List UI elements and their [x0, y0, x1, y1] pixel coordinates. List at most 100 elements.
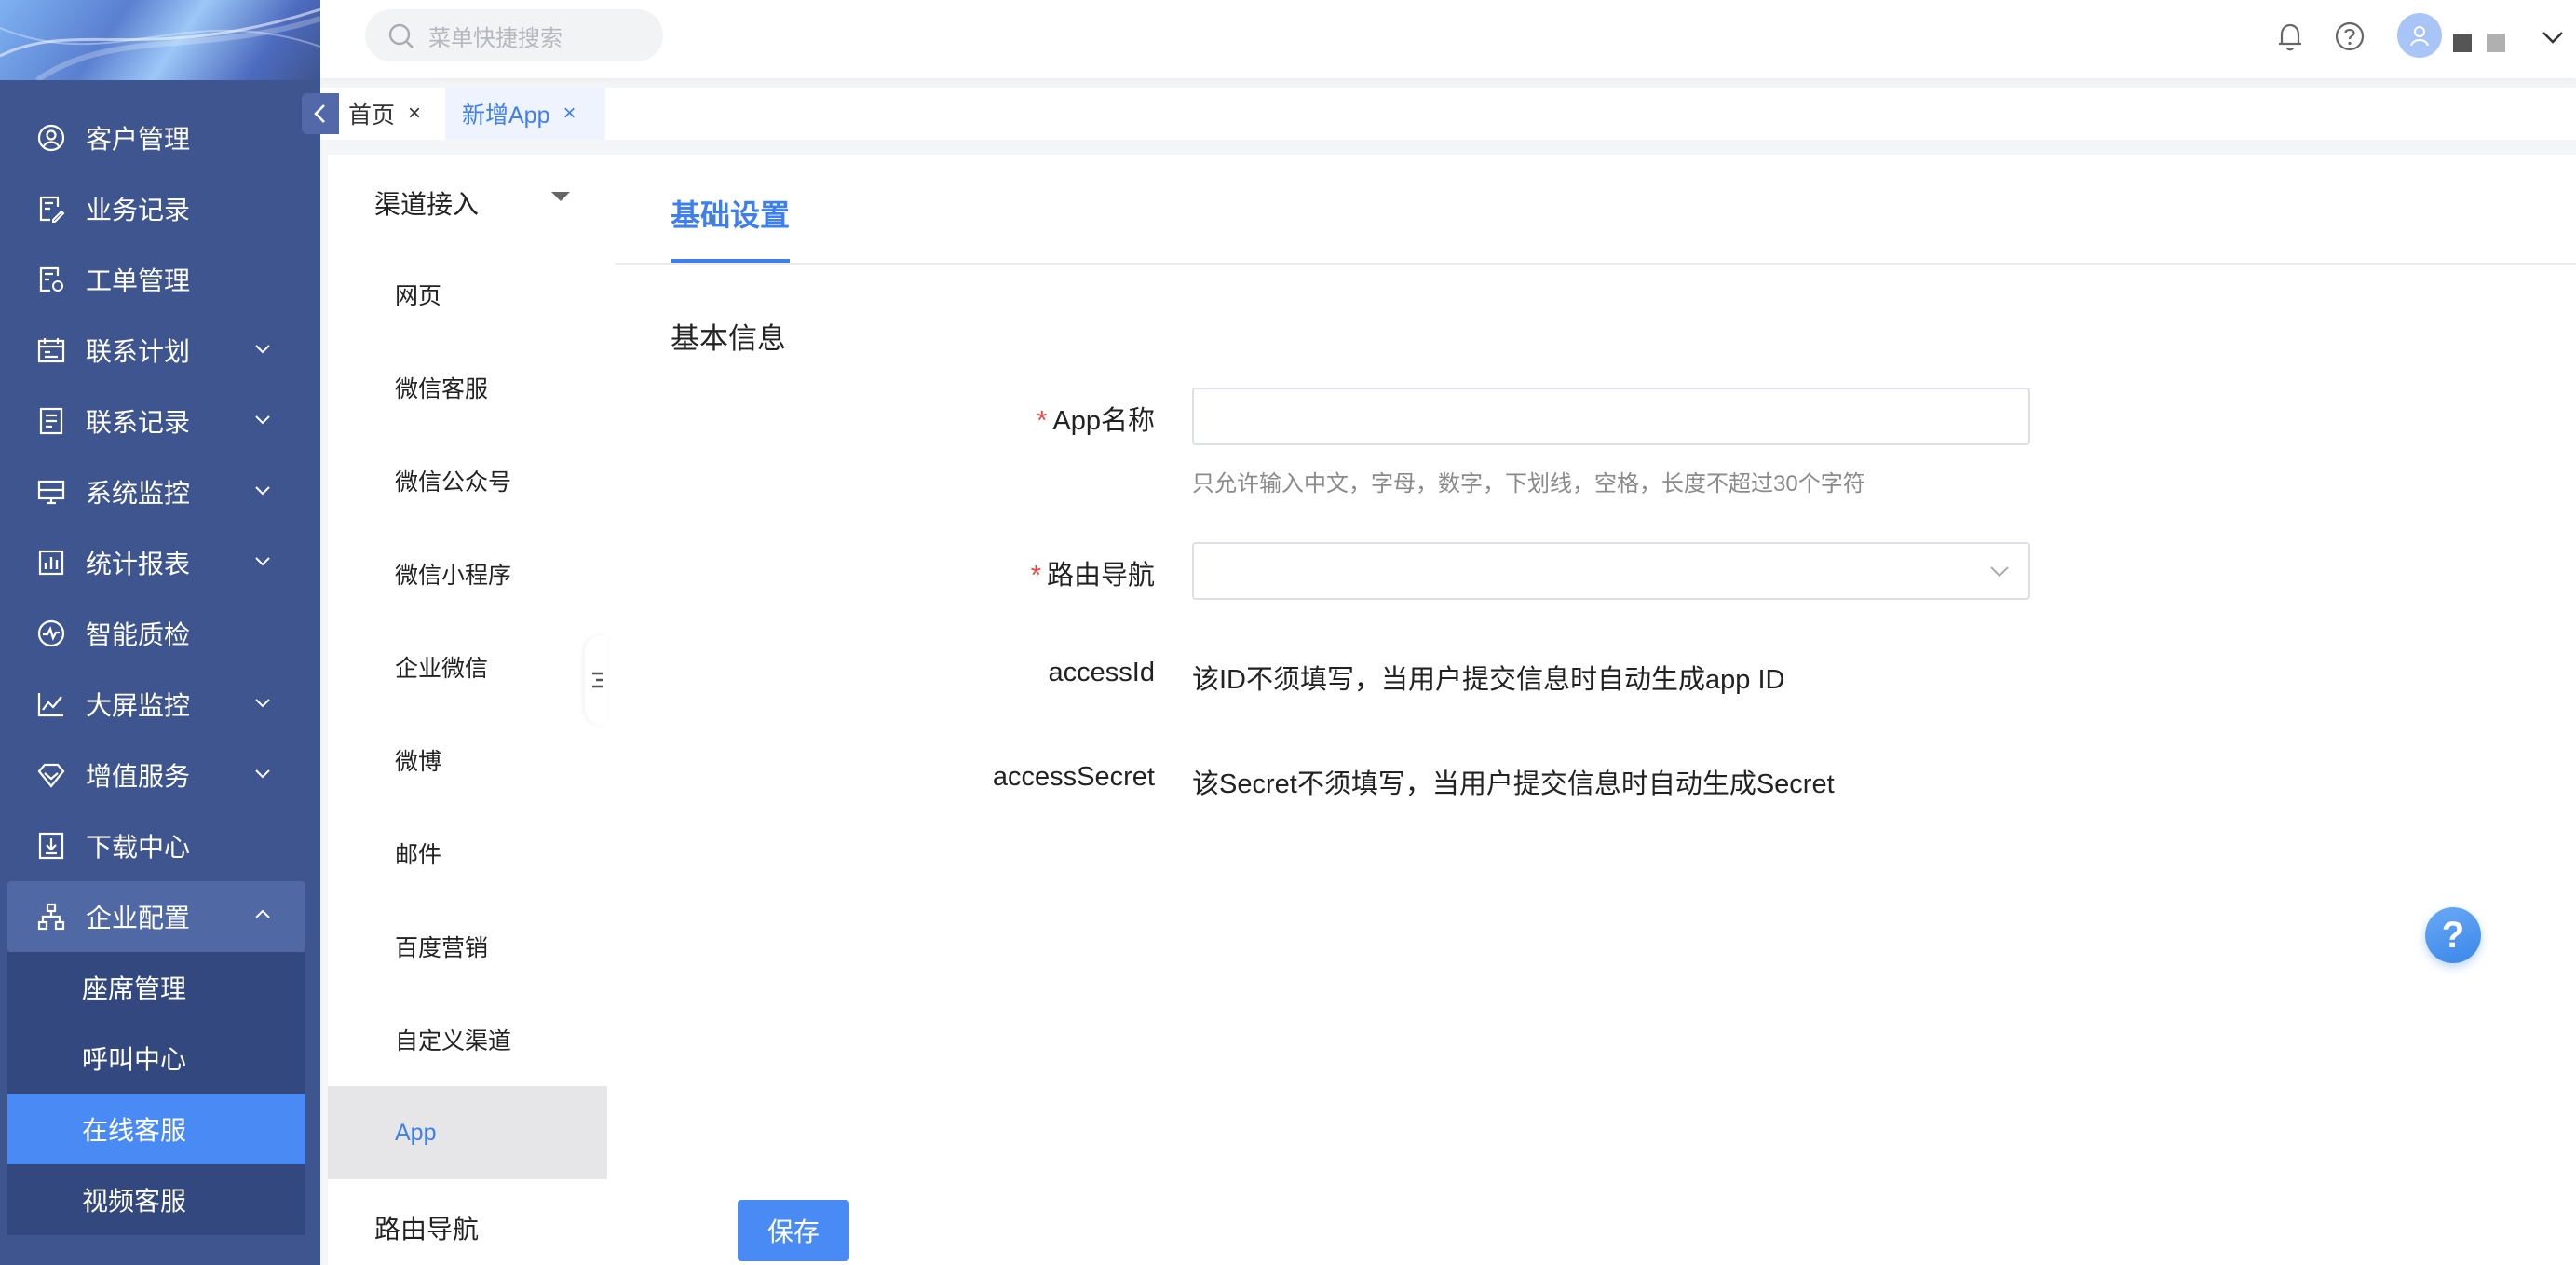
sidebar-item-customers[interactable]: 客户管理 [0, 102, 320, 173]
channel-group-title[interactable]: 渠道接入 [374, 184, 479, 222]
sidebar-subitem-online-service[interactable]: 在线客服 [7, 1094, 305, 1164]
sidebar-item-label: 客户管理 [86, 125, 191, 154]
tab-label: 首页 [348, 102, 396, 129]
sidebar-item-contact-plan[interactable]: 联系计划 [0, 315, 320, 386]
chevron-left-icon [314, 104, 325, 123]
channel-item-wechat-official[interactable]: 微信公众号 [328, 434, 607, 527]
section-heading: 基本信息 [671, 322, 786, 355]
required-mark: * [1037, 406, 1048, 436]
sidebar-item-label: 大屏监控 [86, 691, 191, 720]
sidebar-item-quality-check[interactable]: 智能质检 [0, 598, 320, 669]
tab-new-app[interactable]: 新增App × [445, 88, 605, 140]
chevron-down-icon [255, 699, 270, 708]
username-masked [2453, 34, 2472, 52]
chevron-down-icon [255, 769, 270, 779]
sidebar-collapse-button[interactable] [302, 93, 339, 134]
logo-banner [0, 0, 320, 80]
sidebar-item-system-monitor[interactable]: 系统监控 [0, 456, 320, 527]
sidebar-item-label: 统计报表 [86, 550, 191, 578]
caret-down-icon[interactable] [551, 192, 570, 201]
menu-search-input[interactable]: 菜单快捷搜索 [365, 9, 663, 61]
record-icon [35, 405, 67, 437]
channel-item-wechat-miniprogram[interactable]: 微信小程序 [328, 527, 607, 620]
search-icon [388, 23, 414, 48]
chevron-down-icon [255, 345, 270, 354]
sidebar-subitem-label: 在线客服 [82, 1116, 187, 1145]
close-icon[interactable]: × [408, 101, 421, 127]
required-mark: * [1030, 561, 1041, 591]
edit-doc-icon [35, 193, 67, 224]
access-id-label: accessId [1048, 658, 1155, 687]
avatar[interactable] [2397, 13, 2442, 58]
sidebar-item-big-screen[interactable]: 大屏监控 [0, 669, 320, 740]
chevron-up-icon [255, 909, 270, 918]
bell-icon[interactable] [2272, 19, 2308, 54]
app-name-input[interactable] [1192, 388, 2030, 445]
panel-toggle-handle[interactable] [585, 635, 607, 725]
page-tabs: 首页 × 新增App × [320, 88, 2576, 140]
chevron-down-icon [255, 415, 270, 425]
channel-item-custom[interactable]: 自定义渠道 [328, 993, 607, 1086]
bar-report-icon [35, 547, 67, 578]
sidebar-submenu: 座席管理 呼叫中心 在线客服 视频客服 [7, 952, 305, 1235]
sidebar-item-label: 业务记录 [86, 196, 191, 224]
channel-item-baidu[interactable]: 百度营销 [328, 900, 607, 993]
form-content: 基础设置 基本信息 * App名称 只允许输入中文，字母，数字，下划线，空格，长度… [607, 155, 2576, 1265]
help-circle-icon[interactable] [2332, 19, 2367, 54]
user-circle-icon [35, 122, 67, 154]
main-panel: 渠道接入 网页 微信客服 微信公众号 微信小程序 企业微信 微博 邮件 百度营销… [328, 155, 2576, 1265]
chevron-down-icon [255, 557, 270, 566]
sidebar-item-contact-records[interactable]: 联系记录 [0, 386, 320, 456]
tab-label: 新增App [462, 102, 550, 129]
channel-item-wechat-service[interactable]: 微信客服 [328, 341, 607, 434]
diamond-icon [35, 759, 67, 791]
sidebar-item-label: 企业配置 [86, 904, 191, 932]
sidebar-item-label: 系统监控 [86, 479, 191, 508]
sidebar-subitem-seat-management[interactable]: 座席管理 [7, 952, 305, 1023]
download-icon [35, 830, 67, 862]
menu-fold-icon [592, 672, 603, 688]
channel-item-app[interactable]: App [328, 1086, 607, 1179]
sidebar-item-enterprise-config[interactable]: 企业配置 [7, 881, 305, 952]
access-secret-text: 该Secret不须填写，当用户提交信息时自动生成Secret [1192, 769, 1835, 799]
channel-group-route[interactable]: 路由导航 [374, 1209, 479, 1246]
sidebar-item-tickets[interactable]: 工单管理 [0, 244, 320, 315]
sidebar-menu: 首页 客户管理 业务记录 工单管理 联系计划 [0, 52, 320, 1235]
access-id-text: 该ID不须填写，当用户提交信息时自动生成app ID [1192, 665, 1785, 695]
sidebar-item-label: 联系计划 [86, 337, 191, 366]
sidebar-subitem-call-center[interactable]: 呼叫中心 [7, 1023, 305, 1094]
channel-item-wecom[interactable]: 企业微信 [328, 620, 607, 714]
channel-item-weibo[interactable]: 微博 [328, 714, 607, 807]
sidebar-item-business-records[interactable]: 业务记录 [0, 173, 320, 244]
search-placeholder: 菜单快捷搜索 [428, 25, 563, 51]
top-bar: 菜单快捷搜索 [320, 0, 2576, 78]
sidebar-subitem-label: 呼叫中心 [82, 1045, 187, 1074]
save-button[interactable]: 保存 [738, 1200, 849, 1261]
sidebar-item-value-added[interactable]: 增值服务 [0, 740, 320, 810]
sidebar-item-label: 增值服务 [86, 762, 191, 791]
sidebar-subitem-label: 座席管理 [82, 974, 187, 1003]
chevron-down-icon [255, 486, 270, 496]
route-nav-select[interactable] [1192, 542, 2030, 600]
channel-item-web[interactable]: 网页 [328, 248, 607, 341]
sidebar-item-label: 工单管理 [86, 266, 191, 295]
sidebar-item-statistics[interactable]: 统计报表 [0, 527, 320, 598]
divider [615, 263, 2576, 265]
sidebar: 首页 客户管理 业务记录 工单管理 联系计划 [0, 0, 320, 1265]
ticket-icon [35, 264, 67, 295]
access-secret-label: accessSecret [992, 762, 1155, 792]
route-nav-label: * 路由导航 [1031, 553, 1155, 592]
channel-item-email[interactable]: 邮件 [328, 807, 607, 900]
chevron-down-icon[interactable] [2541, 28, 2565, 47]
close-icon[interactable]: × [563, 101, 576, 127]
app-name-label: * App名称 [1037, 399, 1155, 438]
app-name-hint: 只允许输入中文，字母，数字，下划线，空格，长度不超过30个字符 [1192, 471, 1865, 496]
sidebar-item-label: 下载中心 [86, 833, 191, 862]
trend-chart-icon [35, 688, 67, 720]
tab-basic-settings[interactable]: 基础设置 [671, 192, 790, 235]
sidebar-item-download-center[interactable]: 下载中心 [0, 810, 320, 881]
help-float-button[interactable]: ? [2425, 907, 2481, 963]
quality-check-icon [35, 618, 67, 649]
route-nav-label-text: 路由导航 [1046, 561, 1155, 591]
sidebar-subitem-video-service[interactable]: 视频客服 [7, 1164, 305, 1235]
